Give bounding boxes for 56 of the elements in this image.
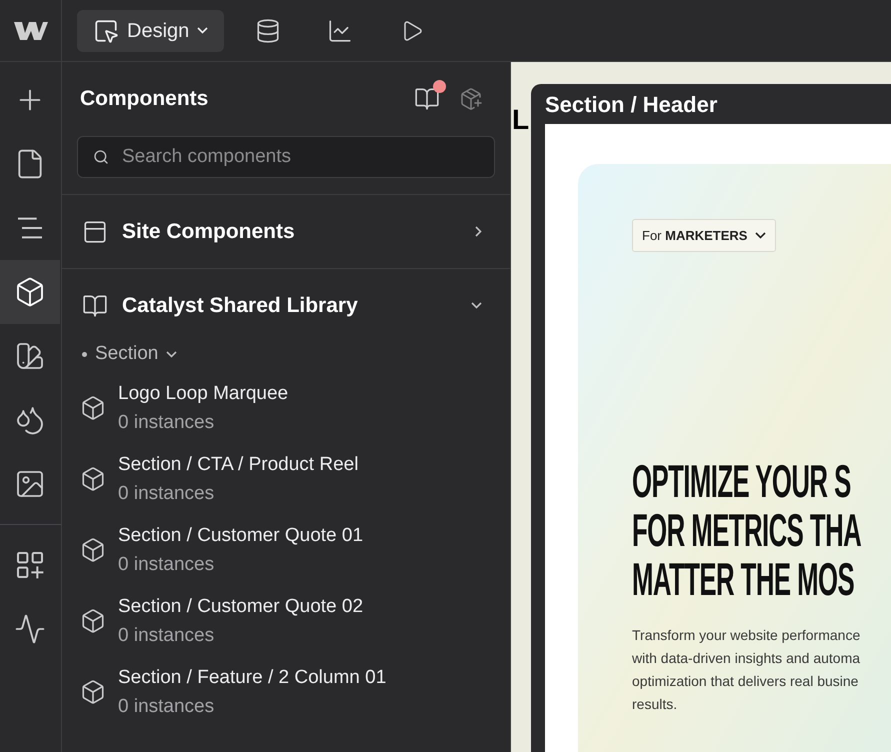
cube-icon	[14, 276, 46, 308]
drops-icon	[14, 404, 46, 436]
component-name: Section / Customer Quote 01	[118, 524, 364, 548]
book-icon	[82, 292, 108, 318]
body-text-line: Transform your website performance	[632, 626, 860, 645]
chevron-down-icon	[166, 350, 178, 358]
partial-letter: L	[512, 106, 530, 134]
instance-count: 0 instances	[118, 482, 216, 506]
database-icon	[255, 18, 282, 44]
chevron-down-icon	[197, 27, 208, 34]
component-name: Section / Feature / 2 Column 01	[118, 666, 386, 690]
swatch-icon	[14, 340, 46, 372]
cube-icon	[80, 678, 106, 704]
audience-dropdown[interactable]: For MARKETERS	[632, 219, 776, 252]
instance-count: 0 instances	[118, 552, 216, 576]
headline-line: OPTIMIZE YOUR S	[632, 457, 851, 506]
section-header[interactable]: Catalyst Shared Library	[62, 268, 510, 342]
instance-count: 0 instances	[118, 694, 216, 718]
cube-icon	[80, 608, 106, 634]
component-item[interactable]: Logo Loop Marquee 0 instances	[62, 372, 510, 443]
cube-icon	[80, 394, 106, 420]
cube-icon	[80, 536, 106, 562]
pulse-icon	[14, 613, 46, 645]
component-name: Section / Customer Quote 02	[118, 594, 364, 618]
bullet-icon	[82, 352, 87, 356]
cube-plus-icon	[459, 87, 483, 111]
grid-plus-icon	[14, 549, 46, 581]
book-icon	[414, 86, 440, 112]
component-name: Section / CTA / Product Reel	[118, 452, 358, 476]
frame-title: Section / Header	[545, 90, 718, 118]
panel-title: Components	[80, 86, 210, 112]
body-text-line: optimization that delivers real busine	[632, 672, 860, 691]
cube-icon	[80, 466, 106, 492]
component-item[interactable]: Section / Customer Quote 01 0 instances	[62, 514, 510, 585]
instance-count: 0 instances	[118, 410, 216, 434]
component-item[interactable]: Section / Customer Quote 02 0 instances	[62, 585, 510, 656]
instance-count: 0 instances	[118, 624, 216, 648]
line-chart-icon	[327, 18, 354, 44]
search-icon	[93, 149, 109, 165]
design-mode-button[interactable]: Design	[77, 10, 224, 52]
image-icon	[14, 468, 46, 500]
chevron-right-icon	[475, 226, 482, 237]
cursor-square-icon	[93, 18, 119, 44]
component-item[interactable]: Section / CTA / Product Reel 0 instances	[62, 443, 510, 514]
window-icon	[82, 218, 108, 244]
search-field[interactable]: Search components	[77, 136, 495, 178]
headline-line: MATTER THE MOS	[632, 555, 854, 604]
chevron-down-icon	[755, 232, 766, 239]
chevron-down-icon	[471, 302, 482, 309]
component-name: Logo Loop Marquee	[118, 382, 288, 406]
component-item[interactable]: Section / Feature / 2 Column 01 0 instances	[62, 656, 510, 727]
section-header[interactable]: Site Components	[62, 194, 510, 268]
body-text-line: results.	[632, 695, 678, 714]
headline-line: FOR METRICS THA	[632, 506, 862, 555]
body-text-line: with data-driven insights and automa	[632, 649, 860, 668]
logo-icon	[14, 20, 48, 42]
